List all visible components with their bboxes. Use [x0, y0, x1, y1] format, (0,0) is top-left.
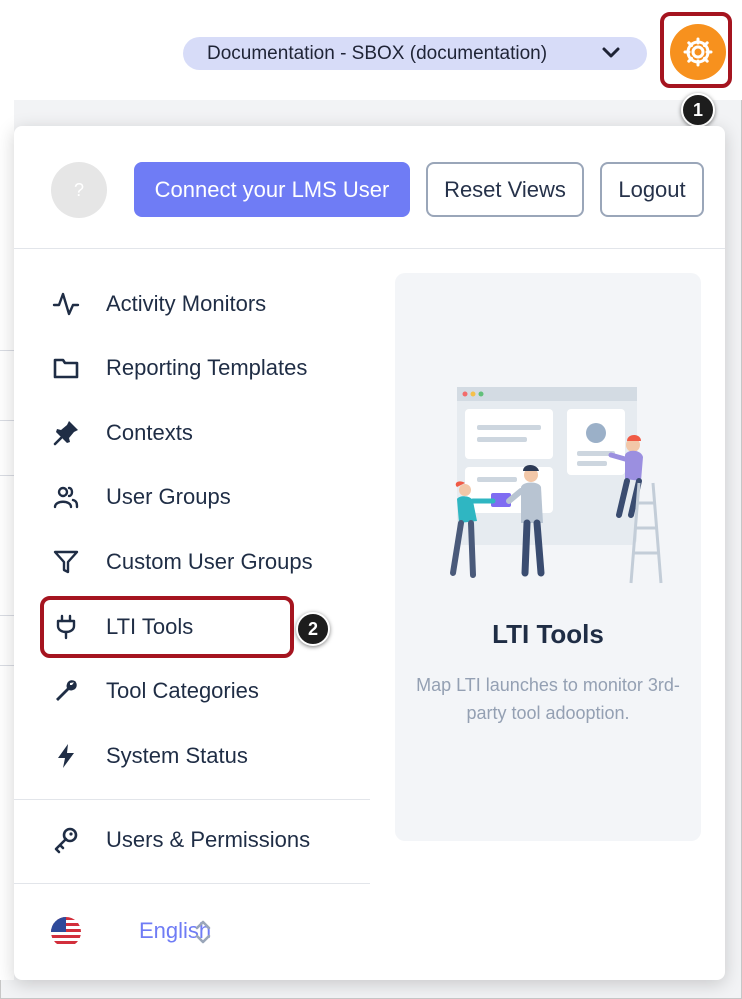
us-flag-icon [51, 917, 81, 947]
menu-divider [14, 883, 370, 884]
menu-item-users-permissions[interactable]: Users & Permissions [14, 810, 370, 870]
menu-item-label: Contexts [106, 420, 193, 445]
connect-lms-user-button[interactable]: Connect your LMS User [134, 162, 410, 217]
language-selector[interactable]: English [51, 912, 211, 952]
preview-description: Map LTI launches to monitor 3rd-party to… [416, 675, 680, 723]
folder-icon [51, 353, 81, 383]
top-bar: Documentation - SBOX (documentation) [0, 0, 742, 100]
menu-item-reporting-templates[interactable]: Reporting Templates [14, 338, 370, 398]
menu-divider [14, 248, 725, 249]
step1-highlight [660, 12, 732, 88]
logout-button[interactable]: Logout [600, 162, 704, 217]
step2-highlight [40, 596, 294, 658]
background-divider [0, 475, 14, 476]
background-divider [0, 615, 14, 616]
menu-item-activity-monitors[interactable]: Activity Monitors [14, 274, 370, 334]
background-divider [0, 665, 14, 666]
menu-item-label: Users & Permissions [106, 827, 311, 852]
menu-item-tool-categories[interactable]: Tool Categories [14, 661, 370, 721]
background-divider [0, 420, 14, 421]
background-page [0, 100, 14, 980]
avatar[interactable]: ? [51, 162, 107, 218]
account-label: Documentation - SBOX (documentation) [207, 42, 548, 64]
users-icon [51, 482, 81, 512]
step1-badge: 1 [681, 93, 715, 127]
menu-item-label: Custom User Groups [106, 549, 313, 574]
preview-title: LTI Tools [492, 619, 604, 649]
menu-item-contexts[interactable]: Contexts [14, 403, 370, 463]
key-icon [51, 825, 81, 855]
settings-menu: ? Connect your LMS User Reset Views Logo… [14, 126, 725, 980]
menu-item-label: Activity Monitors [106, 291, 267, 316]
menu-item-user-groups[interactable]: User Groups [14, 467, 370, 527]
activity-icon [51, 289, 81, 319]
menu-item-system-status[interactable]: System Status [14, 726, 370, 786]
menu-item-label: System Status [106, 743, 248, 768]
menu-item-label: Tool Categories [106, 678, 259, 703]
filter-icon [51, 547, 81, 577]
step2-badge: 2 [296, 612, 330, 646]
lightning-icon [51, 741, 81, 771]
wrench-icon [51, 676, 81, 706]
preview-panel: LTI Tools Map LTI launches to monitor 3r… [395, 273, 701, 841]
team-illustration [450, 387, 663, 584]
pin-icon [51, 418, 81, 448]
updown-chevron-icon [195, 920, 211, 944]
chevron-down-icon [602, 47, 620, 58]
menu-item-custom-user-groups[interactable]: Custom User Groups [14, 532, 370, 592]
menu-item-label: User Groups [106, 484, 231, 509]
account-selector[interactable]: Documentation - SBOX (documentation) [183, 37, 647, 70]
menu-item-label: Reporting Templates [106, 355, 308, 380]
menu-divider [14, 799, 370, 800]
background-divider [0, 350, 14, 351]
reset-views-button[interactable]: Reset Views [426, 162, 584, 217]
